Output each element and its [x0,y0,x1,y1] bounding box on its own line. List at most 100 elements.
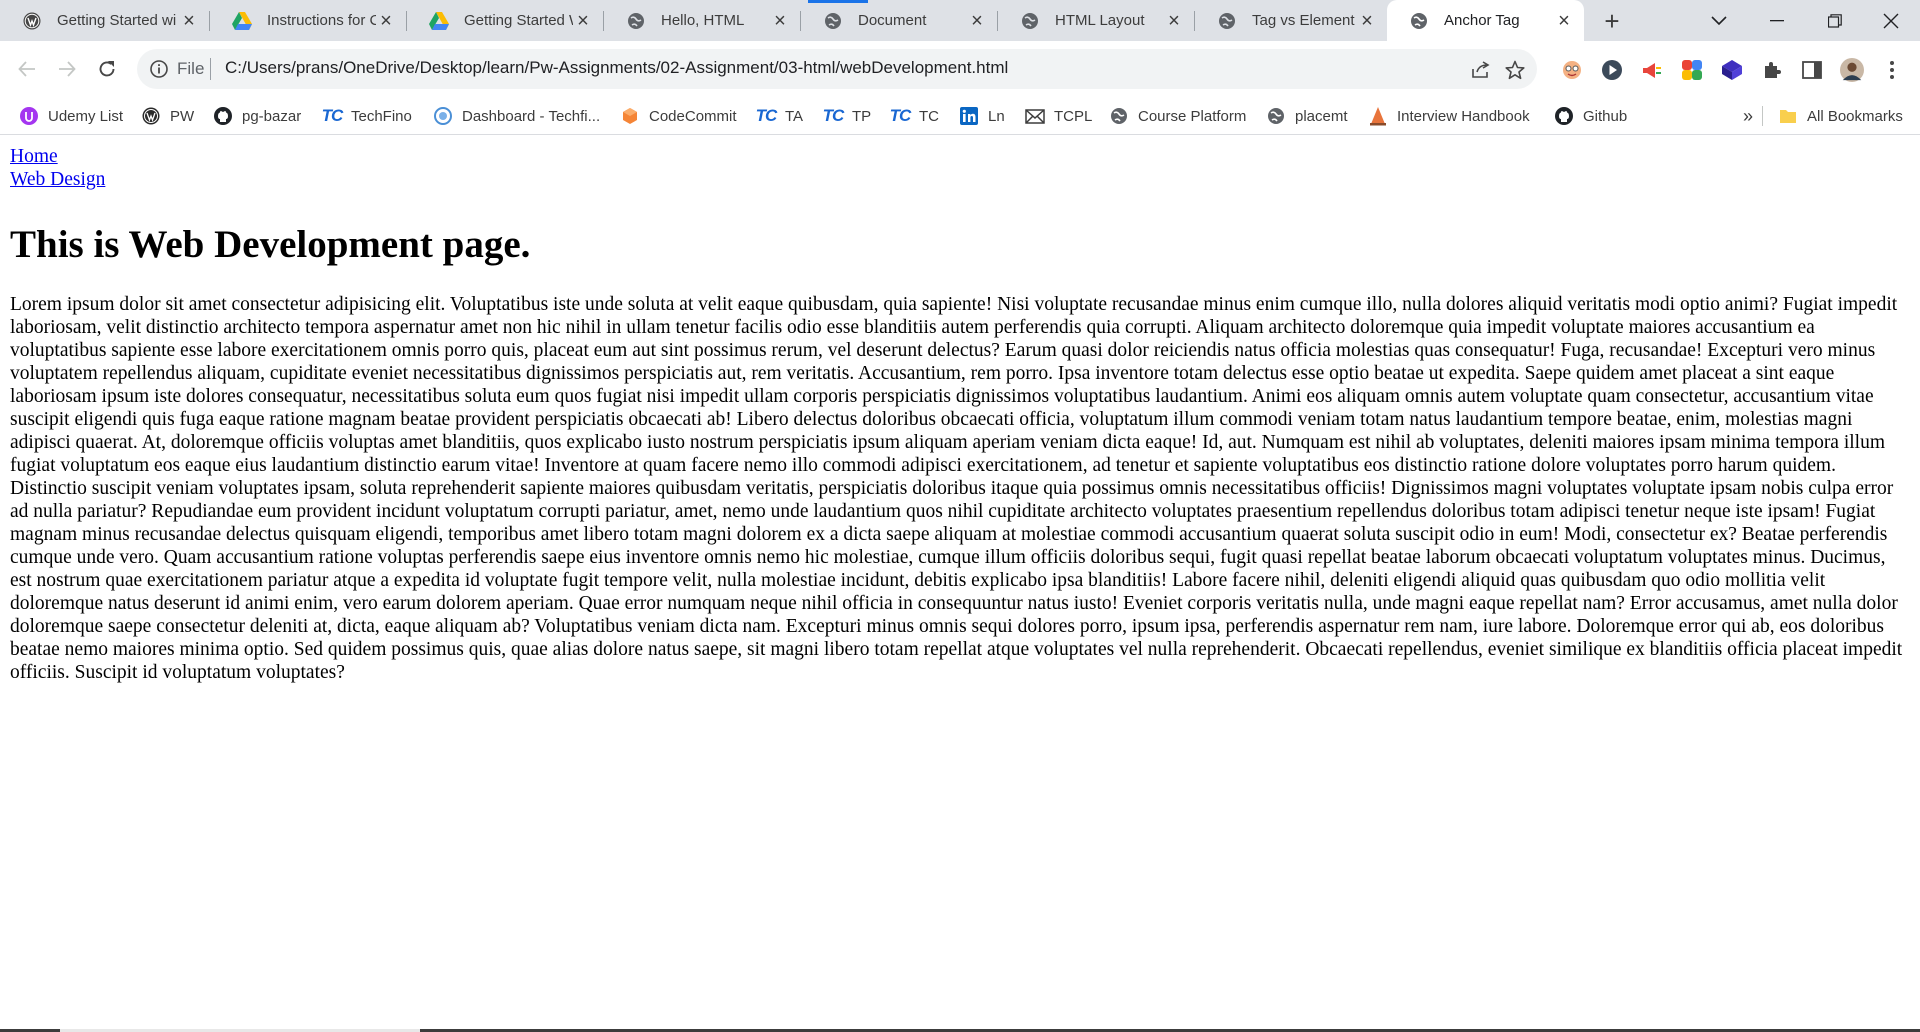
extension-google-icon[interactable] [1680,58,1704,82]
share-icon[interactable] [1469,58,1493,82]
close-icon[interactable]: × [967,11,987,31]
bookmark-tc[interactable]: TC TC [890,98,939,134]
tc-icon: TC [822,106,845,125]
web-design-link[interactable]: Web Design [10,169,105,191]
all-bookmarks-button[interactable]: All Bookmarks [1778,98,1903,134]
bookmark-course-platform[interactable]: Course Platform [1109,98,1246,134]
close-icon[interactable]: × [1357,11,1377,31]
tab-title: Getting Started Wi [464,12,573,29]
tab-search-button[interactable] [1690,0,1748,41]
bookmark-label: Udemy List [48,107,124,125]
bookmark-label: CodeCommit [649,107,737,125]
bookmark-tcpl[interactable]: TCPL [1025,98,1092,134]
bookmark-label: TP [852,107,872,125]
url-text[interactable]: C:/Users/prans/OneDrive/Desktop/learn/Pw… [225,58,1008,78]
chevron-down-icon [1711,15,1727,25]
bookmark-tp[interactable]: TC TP [822,98,872,134]
tab-getting-started-wordpress[interactable]: Getting Started wi × [0,0,209,41]
bookmarks-bar: Udemy List PW pg-bazar TC TechFino Dashb… [0,98,1920,135]
bookmark-label: Github [1583,107,1628,125]
minimize-icon [1770,19,1784,21]
linkedin-icon [959,106,979,126]
tab-instructions[interactable]: Instructions for Cr × [210,0,406,41]
bookmark-udemy-list[interactable]: Udemy List [19,98,123,134]
close-icon[interactable]: × [1164,11,1184,31]
bookmark-label: Course Platform [1138,107,1247,125]
bookmark-linkedin[interactable]: Ln [959,98,1005,134]
globe-icon [626,11,646,31]
overflow-chevron-icon: » [1743,105,1754,126]
extension-megaphone-icon[interactable] [1640,58,1664,82]
extension-face-icon[interactable] [1560,58,1584,82]
close-icon[interactable]: × [376,11,396,31]
bookmark-label: Ln [988,107,1005,125]
github-icon [213,106,233,126]
github-icon [1554,106,1574,126]
tab-title: Getting Started wi [57,12,177,29]
lorem-paragraph: Lorem ipsum dolor sit amet consectetur a… [10,294,1903,683]
star-icon[interactable] [1503,58,1527,82]
info-icon[interactable] [149,59,169,79]
extension-cube-icon[interactable] [1720,58,1744,82]
tab-html-layout[interactable]: HTML Layout × [998,0,1194,41]
google-drive-icon [232,11,252,31]
bookmark-codecommit[interactable]: CodeCommit [620,98,737,134]
arrow-left-icon [18,61,35,77]
tab-tag-vs-element[interactable]: Tag vs Element × [1195,0,1387,41]
udemy-icon [19,106,39,126]
extensions-puzzle-icon[interactable] [1760,58,1784,82]
bookmark-pg-bazar[interactable]: pg-bazar [213,98,301,134]
arrow-right-icon [59,61,76,77]
bookmark-github[interactable]: Github [1554,98,1627,134]
close-window-button[interactable] [1862,0,1920,41]
globe-icon [1266,106,1286,126]
close-icon[interactable]: × [179,11,199,31]
bookmark-ta[interactable]: TC TA [756,98,803,134]
tab-getting-started-drive[interactable]: Getting Started Wi × [407,0,603,41]
dashboard-icon [433,106,453,126]
url-divider [210,58,211,80]
address-bar[interactable]: File C:/Users/prans/OneDrive/Desktop/lea… [137,49,1537,89]
tab-document[interactable]: Document × [801,0,997,41]
bookmark-techfino[interactable]: TC TechFino [322,98,412,134]
close-icon[interactable]: × [1554,11,1574,31]
browser-toolbar: File C:/Users/prans/OneDrive/Desktop/lea… [0,41,1920,98]
handbook-icon [1368,106,1388,126]
globe-icon [1020,11,1040,31]
bookmark-label: Interview Handbook [1397,107,1530,125]
back-button[interactable] [9,51,45,87]
bookmark-pw[interactable]: PW [141,98,194,134]
tab-title: Hello, HTML [661,12,745,29]
bookmark-placemt[interactable]: placemt [1266,98,1348,134]
tab-hello-html[interactable]: Hello, HTML × [604,0,800,41]
bookmark-interview-handbook[interactable]: Interview Handbook [1368,98,1530,134]
google-drive-icon [429,11,449,31]
tab-title: Document [858,12,927,29]
tab-strip: Getting Started wi × Instructions for Cr… [0,0,1920,41]
bookmark-label: TCPL [1054,107,1093,125]
restore-button[interactable] [1806,0,1864,41]
reload-icon [99,61,115,77]
globe-icon [1217,11,1237,31]
tc-icon: TC [755,106,778,125]
tc-icon: TC [321,106,344,125]
forward-button[interactable] [49,51,85,87]
minimize-button[interactable] [1748,0,1806,41]
tab-title: HTML Layout [1055,12,1145,29]
close-icon[interactable]: × [770,11,790,31]
url-scheme: File [177,59,205,78]
home-link[interactable]: Home [10,146,58,168]
bookmark-label: All Bookmarks [1807,107,1903,125]
tc-icon: TC [889,106,912,125]
tab-anchor-tag[interactable]: Anchor Tag × [1387,0,1584,41]
reload-button[interactable] [89,51,125,87]
avatar[interactable] [1840,58,1864,82]
menu-kebab-icon[interactable] [1880,58,1904,82]
side-panel-icon[interactable] [1800,58,1824,82]
bookmark-dashboard-techfino[interactable]: Dashboard - Techfi... [433,98,600,134]
extension-play-icon[interactable] [1600,58,1624,82]
bookmarks-overflow-button[interactable]: » [1743,98,1753,134]
new-tab-button[interactable]: + [1597,6,1627,36]
bookmarks-divider [1762,106,1763,126]
close-icon[interactable]: × [573,11,593,31]
